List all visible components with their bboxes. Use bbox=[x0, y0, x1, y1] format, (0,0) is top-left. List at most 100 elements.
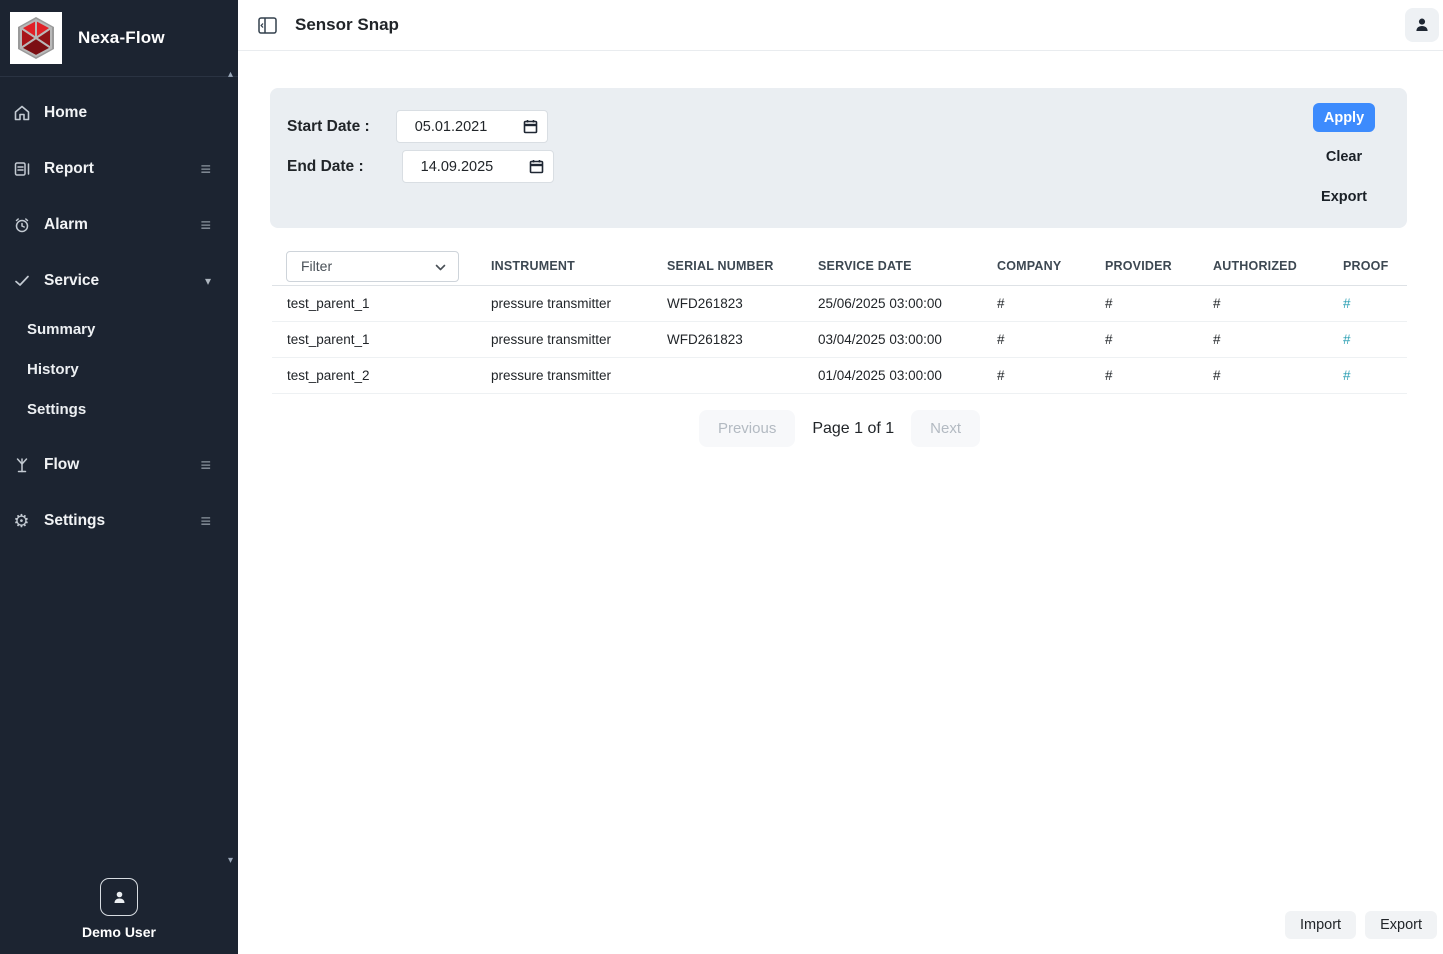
user-name: Demo User bbox=[0, 924, 238, 946]
table-row: test_parent_1 pressure transmitter WFD26… bbox=[272, 286, 1407, 322]
sidebar-item-label: Alarm bbox=[44, 216, 88, 234]
settings-menu-icon[interactable]: ≡ bbox=[200, 512, 211, 530]
cell-name: test_parent_1 bbox=[272, 332, 476, 347]
sidebar-item-label: Flow bbox=[44, 456, 79, 474]
sidebar-item-history[interactable]: History bbox=[0, 349, 238, 389]
sidebar-item-summary[interactable]: Summary bbox=[0, 309, 238, 349]
end-date-field-wrap bbox=[402, 150, 554, 183]
sidebar-item-service-settings[interactable]: Settings bbox=[0, 389, 238, 429]
sidebar-item-alarm[interactable]: Alarm ≡ bbox=[0, 197, 238, 253]
sidebar-item-label: Report bbox=[44, 160, 94, 178]
gear-icon: ⚙ bbox=[12, 512, 31, 531]
brand-name: Nexa-Flow bbox=[78, 28, 165, 48]
sidebar-scroll-up-icon[interactable]: ▴ bbox=[228, 70, 233, 80]
column-header-company: COMPANY bbox=[982, 259, 1090, 273]
table-row: test_parent_1 pressure transmitter WFD26… bbox=[272, 322, 1407, 358]
sidebar-collapse-icon[interactable] bbox=[256, 14, 278, 36]
table-row: test_parent_2 pressure transmitter 01/04… bbox=[272, 358, 1407, 394]
export-button[interactable]: Export bbox=[1365, 911, 1437, 939]
start-date-field-wrap bbox=[396, 110, 548, 143]
column-header-instrument: INSTRUMENT bbox=[476, 259, 652, 273]
cell-provider: # bbox=[1090, 296, 1198, 311]
cell-instrument: pressure transmitter bbox=[476, 332, 652, 347]
page-title: Sensor Snap bbox=[295, 15, 399, 35]
cell-authorized: # bbox=[1198, 296, 1328, 311]
end-date-label: End Date : bbox=[287, 158, 364, 176]
top-header: Sensor Snap bbox=[238, 0, 1443, 51]
sidebar-nav: Home Report ≡ bbox=[0, 85, 238, 549]
chevron-down-icon bbox=[434, 261, 447, 274]
export-filter-button[interactable]: Export bbox=[1304, 189, 1384, 205]
alarm-menu-icon[interactable]: ≡ bbox=[200, 216, 211, 234]
red-cube-logo bbox=[13, 15, 59, 61]
column-header-provider: PROVIDER bbox=[1090, 259, 1198, 273]
column-header-proof: PROOF bbox=[1328, 259, 1407, 273]
cell-proof: # bbox=[1328, 368, 1407, 383]
cell-proof: # bbox=[1328, 332, 1407, 347]
check-icon bbox=[12, 272, 31, 291]
sidebar-item-label: Service bbox=[44, 272, 99, 290]
cell-provider: # bbox=[1090, 368, 1198, 383]
start-date-label: Start Date : bbox=[287, 118, 370, 136]
user-avatar-button[interactable] bbox=[100, 878, 138, 916]
proof-link[interactable]: # bbox=[1343, 296, 1351, 311]
sidebar-item-home[interactable]: Home bbox=[0, 85, 238, 141]
calendar-icon[interactable] bbox=[523, 119, 538, 134]
cell-company: # bbox=[982, 332, 1090, 347]
column-header-serial-number: SERIAL NUMBER bbox=[652, 259, 803, 273]
table-filter-select[interactable]: Filter bbox=[286, 251, 459, 282]
person-icon bbox=[111, 889, 128, 906]
chevron-down-icon: ▾ bbox=[205, 274, 211, 288]
sidebar-item-label: Home bbox=[44, 104, 87, 122]
sidebar-user: Demo User bbox=[0, 878, 238, 946]
sidebar-item-settings[interactable]: ⚙ Settings ≡ bbox=[0, 493, 238, 549]
alarm-icon bbox=[12, 216, 31, 235]
cell-name: test_parent_1 bbox=[272, 296, 476, 311]
header-user-button[interactable] bbox=[1405, 8, 1439, 42]
proof-link[interactable]: # bbox=[1343, 368, 1351, 383]
apply-button[interactable]: Apply bbox=[1313, 103, 1375, 132]
clear-button[interactable]: Clear bbox=[1304, 149, 1384, 165]
report-menu-icon[interactable]: ≡ bbox=[200, 160, 211, 178]
previous-page-button[interactable]: Previous bbox=[699, 410, 795, 447]
cell-service-date: 25/06/2025 03:00:00 bbox=[803, 296, 982, 311]
bottom-actions: Import Export bbox=[1285, 911, 1437, 939]
import-button[interactable]: Import bbox=[1285, 911, 1356, 939]
report-icon bbox=[12, 160, 31, 179]
cell-instrument: pressure transmitter bbox=[476, 296, 652, 311]
cell-service-date: 03/04/2025 03:00:00 bbox=[803, 332, 982, 347]
column-header-authorized: AUTHORIZED bbox=[1198, 259, 1328, 273]
service-table: Filter INSTRUMENT SERIAL NUMBER SERVICE … bbox=[272, 247, 1407, 394]
next-page-button[interactable]: Next bbox=[911, 410, 980, 447]
cell-authorized: # bbox=[1198, 368, 1328, 383]
person-icon bbox=[1413, 16, 1431, 34]
sidebar-item-service[interactable]: Service ▾ bbox=[0, 253, 238, 309]
cell-name: test_parent_2 bbox=[272, 368, 476, 383]
cell-company: # bbox=[982, 296, 1090, 311]
sidebar-item-label: Settings bbox=[44, 512, 105, 530]
cell-proof: # bbox=[1328, 296, 1407, 311]
pagination: Previous Page 1 of 1 Next bbox=[272, 410, 1407, 447]
sidebar-scroll-down-icon[interactable]: ▾ bbox=[228, 856, 233, 866]
brand: Nexa-Flow bbox=[0, 0, 238, 77]
cell-serial: WFD261823 bbox=[652, 296, 803, 311]
service-submenu: Summary History Settings bbox=[0, 309, 238, 429]
cell-service-date: 01/04/2025 03:00:00 bbox=[803, 368, 982, 383]
sidebar-item-report[interactable]: Report ≡ bbox=[0, 141, 238, 197]
table-header-row: Filter INSTRUMENT SERIAL NUMBER SERVICE … bbox=[272, 247, 1407, 286]
flow-menu-icon[interactable]: ≡ bbox=[200, 456, 211, 474]
home-icon bbox=[12, 104, 31, 123]
filter-panel: Start Date : End Date : bbox=[270, 88, 1407, 228]
flow-icon bbox=[12, 456, 31, 475]
sidebar-item-flow[interactable]: Flow ≡ bbox=[0, 437, 238, 493]
cell-provider: # bbox=[1090, 332, 1198, 347]
filter-select-value: Filter bbox=[287, 258, 332, 274]
column-header-service-date: SERVICE DATE bbox=[803, 259, 982, 273]
cell-company: # bbox=[982, 368, 1090, 383]
cell-instrument: pressure transmitter bbox=[476, 368, 652, 383]
calendar-icon[interactable] bbox=[529, 159, 544, 174]
brand-logo bbox=[10, 12, 62, 64]
proof-link[interactable]: # bbox=[1343, 332, 1351, 347]
app-root: Nexa-Flow ▴ Home bbox=[0, 0, 1443, 954]
cell-authorized: # bbox=[1198, 332, 1328, 347]
